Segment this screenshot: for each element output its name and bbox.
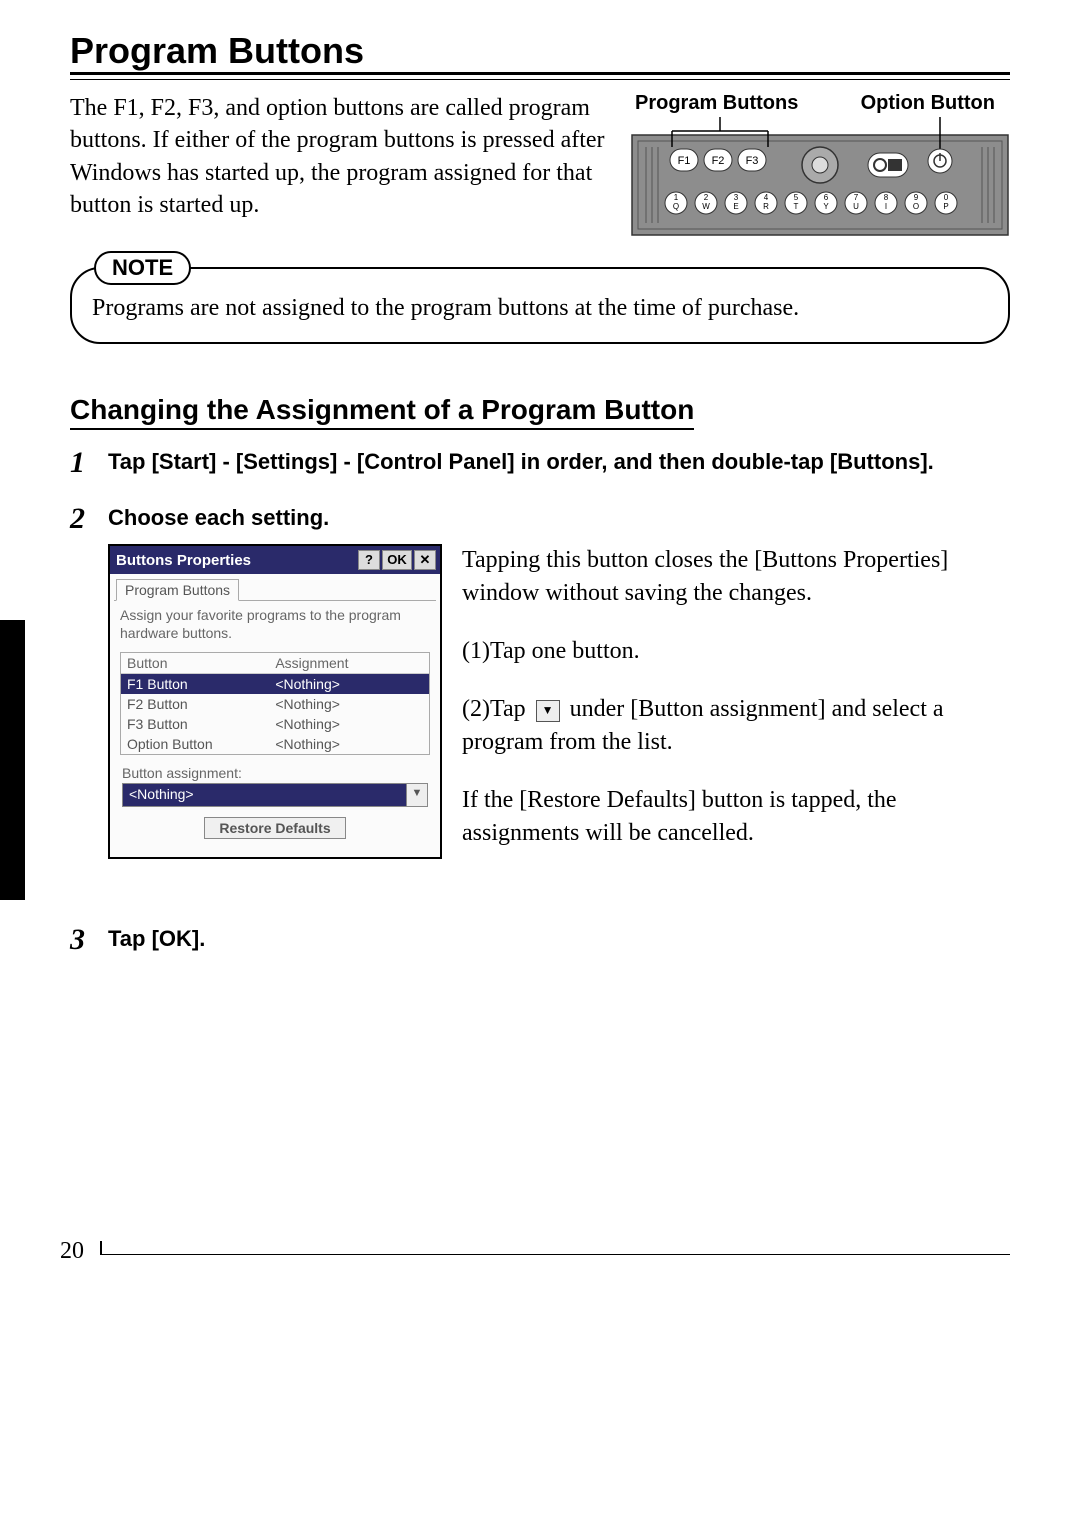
restore-defaults-button[interactable]: Restore Defaults <box>204 817 345 839</box>
svg-text:Y: Y <box>823 202 829 211</box>
svg-text:0: 0 <box>944 193 949 202</box>
window-title: Buttons Properties <box>114 552 356 569</box>
svg-text:W: W <box>702 202 710 211</box>
window-description: Assign your favorite programs to the pro… <box>118 607 432 648</box>
svg-text:I: I <box>885 202 887 211</box>
footer-rule <box>100 1254 1010 1255</box>
title-underline <box>70 79 1010 80</box>
list-row-option[interactable]: Option Button <Nothing> <box>121 734 429 754</box>
svg-text:U: U <box>853 202 859 211</box>
device-figure: Program Buttons Option Button F1 F2 <box>630 92 1010 237</box>
note-text: Programs are not assigned to the program… <box>70 267 1010 344</box>
annotation-tap-one-button: (1)Tap one button. <box>462 635 1010 667</box>
svg-text:2: 2 <box>704 193 709 202</box>
footer-tick <box>100 1241 102 1255</box>
svg-text:7: 7 <box>854 193 859 202</box>
svg-text:5: 5 <box>794 193 799 202</box>
list-header-button: Button <box>121 653 269 673</box>
annotation-restore-defaults: If the [Restore Defaults] button is tapp… <box>462 784 1010 849</box>
button-assignment-label: Button assignment: <box>118 759 432 783</box>
close-button[interactable]: ✕ <box>414 550 436 570</box>
page-side-tab <box>0 620 25 900</box>
button-assignment-dropdown[interactable]: <Nothing> ▼ <box>122 783 428 807</box>
intro-paragraph: The F1, F2, F3, and option buttons are c… <box>70 92 610 237</box>
svg-text:9: 9 <box>914 193 919 202</box>
svg-text:E: E <box>733 202 738 211</box>
list-row-f1[interactable]: F1 Button <Nothing> <box>121 674 429 694</box>
svg-text:F2: F2 <box>712 155 725 167</box>
svg-text:4: 4 <box>764 193 769 202</box>
svg-text:1: 1 <box>674 193 679 202</box>
tab-program-buttons[interactable]: Program Buttons <box>116 579 239 601</box>
svg-text:6: 6 <box>824 193 829 202</box>
dropdown-value: <Nothing> <box>122 783 407 807</box>
svg-text:Q: Q <box>673 202 679 211</box>
note-badge: NOTE <box>94 251 191 285</box>
svg-text:3: 3 <box>734 193 739 202</box>
buttons-properties-window: Buttons Properties ? OK ✕ Program Button… <box>108 544 442 859</box>
device-keypad-illustration: F1 F2 F3 1Q 2W 3E 4R <box>630 117 1010 237</box>
ok-button[interactable]: OK <box>382 550 412 570</box>
svg-text:T: T <box>794 202 799 211</box>
svg-text:F1: F1 <box>678 155 691 167</box>
figure-label-option-button: Option Button <box>861 92 995 115</box>
step-1-text: Tap [Start] - [Settings] - [Control Pane… <box>108 448 1010 478</box>
list-row-f3[interactable]: F3 Button <Nothing> <box>121 714 429 734</box>
page-title: Program Buttons <box>70 30 1010 75</box>
svg-text:R: R <box>763 202 769 211</box>
svg-text:O: O <box>913 202 919 211</box>
inline-dropdown-icon: ▼ <box>536 700 560 722</box>
step-2-text: Choose each setting. <box>108 504 1010 533</box>
step-3-text: Tap [OK]. <box>108 925 1010 955</box>
step-3-number: 3 <box>70 925 98 955</box>
list-header-assignment: Assignment <box>269 653 429 673</box>
dropdown-arrow-icon[interactable]: ▼ <box>407 783 428 807</box>
section-heading: Changing the Assignment of a Program But… <box>70 394 694 430</box>
step-1-number: 1 <box>70 448 98 478</box>
buttons-list[interactable]: Button Assignment F1 Button <Nothing> F2… <box>120 652 430 755</box>
help-button[interactable]: ? <box>358 550 380 570</box>
list-row-f2[interactable]: F2 Button <Nothing> <box>121 694 429 714</box>
step-2-number: 2 <box>70 504 98 534</box>
page-number: 20 <box>60 1238 84 1265</box>
svg-text:P: P <box>943 202 948 211</box>
svg-text:8: 8 <box>884 193 889 202</box>
annotation-tap-dropdown: (2)Tap ▼ under [Button assignment] and s… <box>462 693 1010 758</box>
svg-text:F3: F3 <box>746 155 759 167</box>
annotation-close-button: Tapping this button closes the [Buttons … <box>462 544 1010 609</box>
figure-label-program-buttons: Program Buttons <box>635 92 798 115</box>
